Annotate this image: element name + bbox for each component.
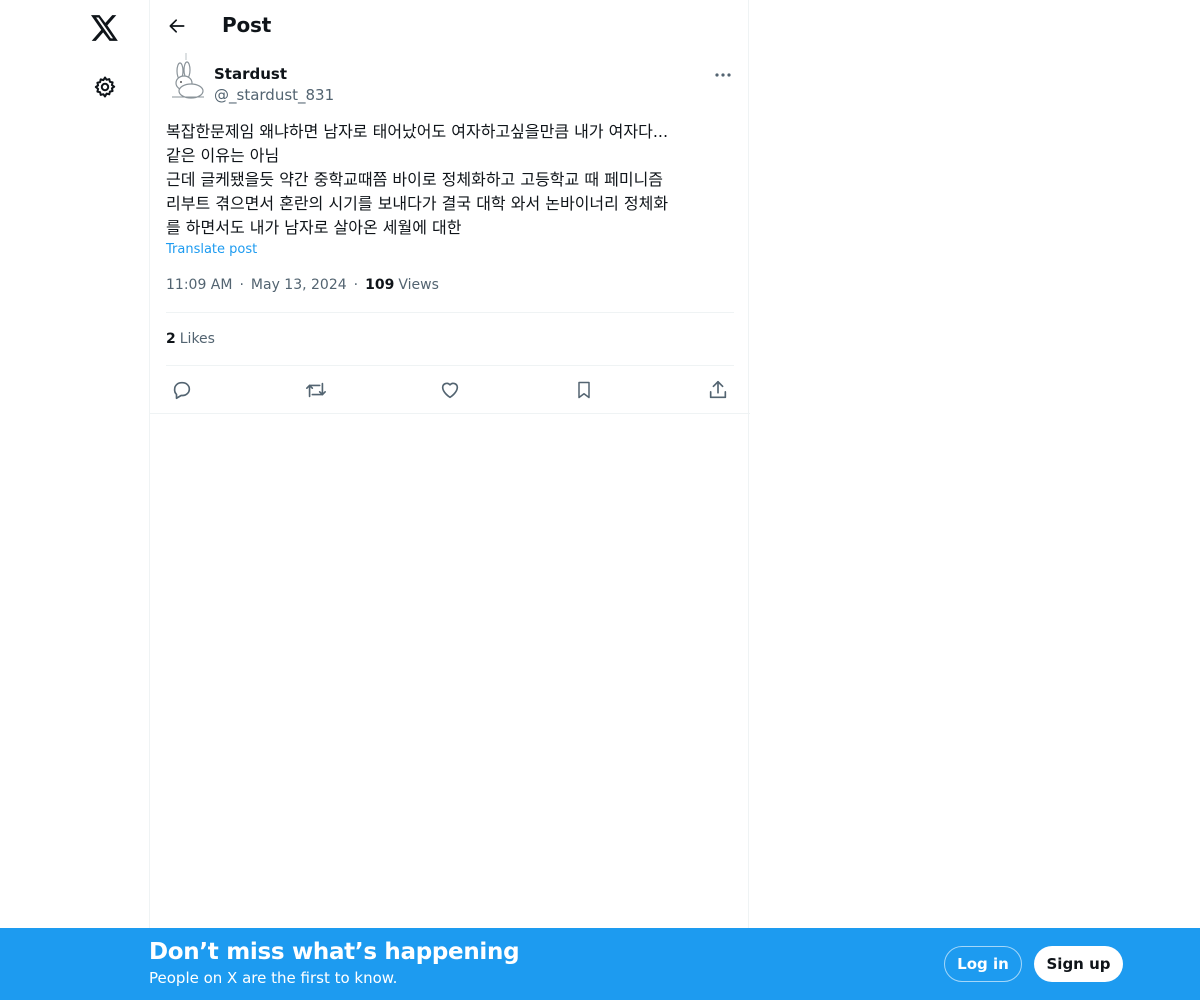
repost-icon[interactable] [302, 376, 330, 404]
divider [166, 312, 734, 313]
post-text-line: 복잡한문제임 왜냐하면 남자로 태어났어도 여자하고싶을만큼 내가 여자다... [166, 122, 669, 141]
views-label: Views [398, 277, 439, 293]
more-horizontal-icon[interactable] [708, 63, 738, 87]
post-text-line: 같은 이유는 아님 [166, 146, 280, 165]
banner-title: Don’t miss what’s happening [149, 939, 520, 965]
author-name[interactable]: Stardust [214, 65, 287, 83]
bookmark-icon[interactable] [570, 376, 598, 404]
x-logo-icon[interactable] [83, 6, 127, 50]
divider [150, 413, 750, 414]
author-handle[interactable]: @_stardust_831 [214, 86, 334, 104]
post-text-line: 근데 글케됐을듯 약간 중학교때쯤 바이로 정체화하고 고등학교 때 페미니즘 [166, 170, 664, 189]
avatar[interactable] [166, 53, 206, 101]
meta-separator: · [353, 277, 359, 293]
banner-subtitle: People on X are the first to know. [149, 969, 398, 987]
page-header: Post [150, 0, 750, 53]
post-time[interactable]: 11:09 AM [166, 277, 232, 293]
meta-separator: · [239, 277, 244, 293]
post-actions [150, 366, 750, 414]
post-text: 복잡한문제임 왜냐하면 남자로 태어났어도 여자하고싶을만큼 내가 여자다...… [166, 120, 736, 240]
post-text-line: 리부트 겪으면서 혼란의 시기를 보내다가 결국 대학 와서 논바이너리 정체화 [166, 194, 669, 213]
left-rail [0, 0, 150, 1000]
likes-count: 2 [166, 331, 176, 347]
share-icon[interactable] [704, 376, 732, 404]
reply-icon[interactable] [168, 376, 196, 404]
signup-banner: Don’t miss what’s happening People on X … [0, 928, 1200, 1000]
views-count: 109 [365, 277, 395, 293]
page-title: Post [222, 13, 272, 37]
translate-post-link[interactable]: Translate post [166, 242, 257, 257]
login-button[interactable]: Log in [944, 946, 1022, 982]
gear-icon[interactable] [83, 65, 127, 109]
post-text-line: 를 하면서도 내가 남자로 살아온 세월에 대한 [166, 218, 462, 237]
likes-stat[interactable]: 2 Likes [166, 331, 215, 347]
likes-label: Likes [179, 331, 215, 347]
post-meta: 11:09 AM · May 13, 2024 · 109 Views [166, 277, 439, 293]
main-column: Post Stardust @_stardust_831 복잡한문제임 왜냐하면… [149, 0, 750, 1000]
post-date[interactable]: May 13, 2024 [251, 277, 347, 293]
signup-button[interactable]: Sign up [1034, 946, 1123, 982]
heart-icon[interactable] [436, 376, 464, 404]
arrow-left-icon[interactable] [160, 9, 194, 43]
